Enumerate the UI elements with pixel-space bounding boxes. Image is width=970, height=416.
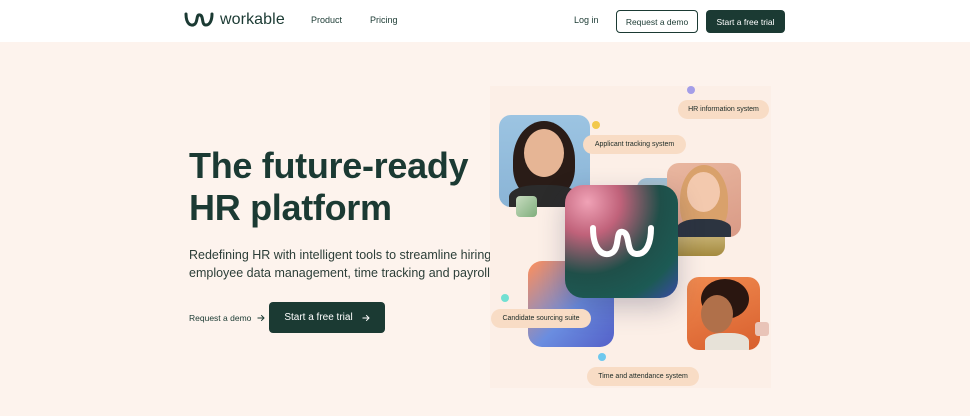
workable-w-icon: [589, 224, 654, 257]
hero-subtitle: Redefining HR with intelligent tools to …: [189, 247, 495, 282]
face: [687, 172, 720, 212]
hero-subtitle-line-1: Redefining HR with intelligent tools to …: [189, 248, 495, 262]
shoulders: [677, 219, 731, 237]
logo-text: workable: [220, 11, 285, 28]
top-nav: workable Product Pricing Log in Request …: [0, 0, 970, 42]
nav-login[interactable]: Log in: [574, 15, 599, 25]
arrow-right-icon: [257, 314, 266, 322]
decorative-dot: [598, 353, 606, 361]
hero-subtitle-line-2: employee data management, time tracking …: [189, 265, 494, 280]
feature-pill-time-and-attendance-system: Time and attendance system: [587, 367, 699, 386]
nav-product[interactable]: Product: [311, 15, 342, 25]
hero-title: The future-ready HR platform: [189, 145, 469, 229]
workable-app-icon: [565, 185, 678, 298]
shoulders: [705, 333, 749, 350]
workable-logo[interactable]: workable: [184, 10, 285, 30]
hero-title-line-2: HR platform: [189, 187, 392, 228]
decorative-dot: [592, 121, 600, 129]
face: [701, 295, 733, 333]
hero-request-demo-label: Request a demo: [189, 313, 252, 323]
hero-request-demo-link[interactable]: Request a demo: [189, 313, 266, 323]
workable-w-icon: [184, 12, 214, 27]
hero-start-free-trial-button[interactable]: Start a free trial: [269, 302, 385, 333]
decorative-pink-tile: [755, 322, 769, 336]
request-demo-button[interactable]: Request a demo: [616, 10, 698, 33]
face: [524, 129, 564, 177]
decorative-dot: [501, 294, 509, 302]
feature-pill-hr-information-system: HR information system: [678, 100, 769, 119]
person-photo-woman-2: [667, 163, 741, 237]
feature-pill-applicant-tracking-system: Applicant tracking system: [583, 135, 686, 154]
nav-pricing[interactable]: Pricing: [370, 15, 398, 25]
person-photo-man: [687, 277, 760, 350]
start-free-trial-button[interactable]: Start a free trial: [706, 10, 785, 33]
arrow-right-icon: [362, 314, 370, 321]
decorative-green-tile: [516, 196, 537, 217]
hero-start-free-trial-label: Start a free trial: [284, 312, 353, 323]
hero-title-line-1: The future-ready: [189, 145, 469, 186]
feature-pill-candidate-sourcing-suite: Candidate sourcing suite: [491, 309, 591, 328]
decorative-dot: [687, 86, 695, 94]
